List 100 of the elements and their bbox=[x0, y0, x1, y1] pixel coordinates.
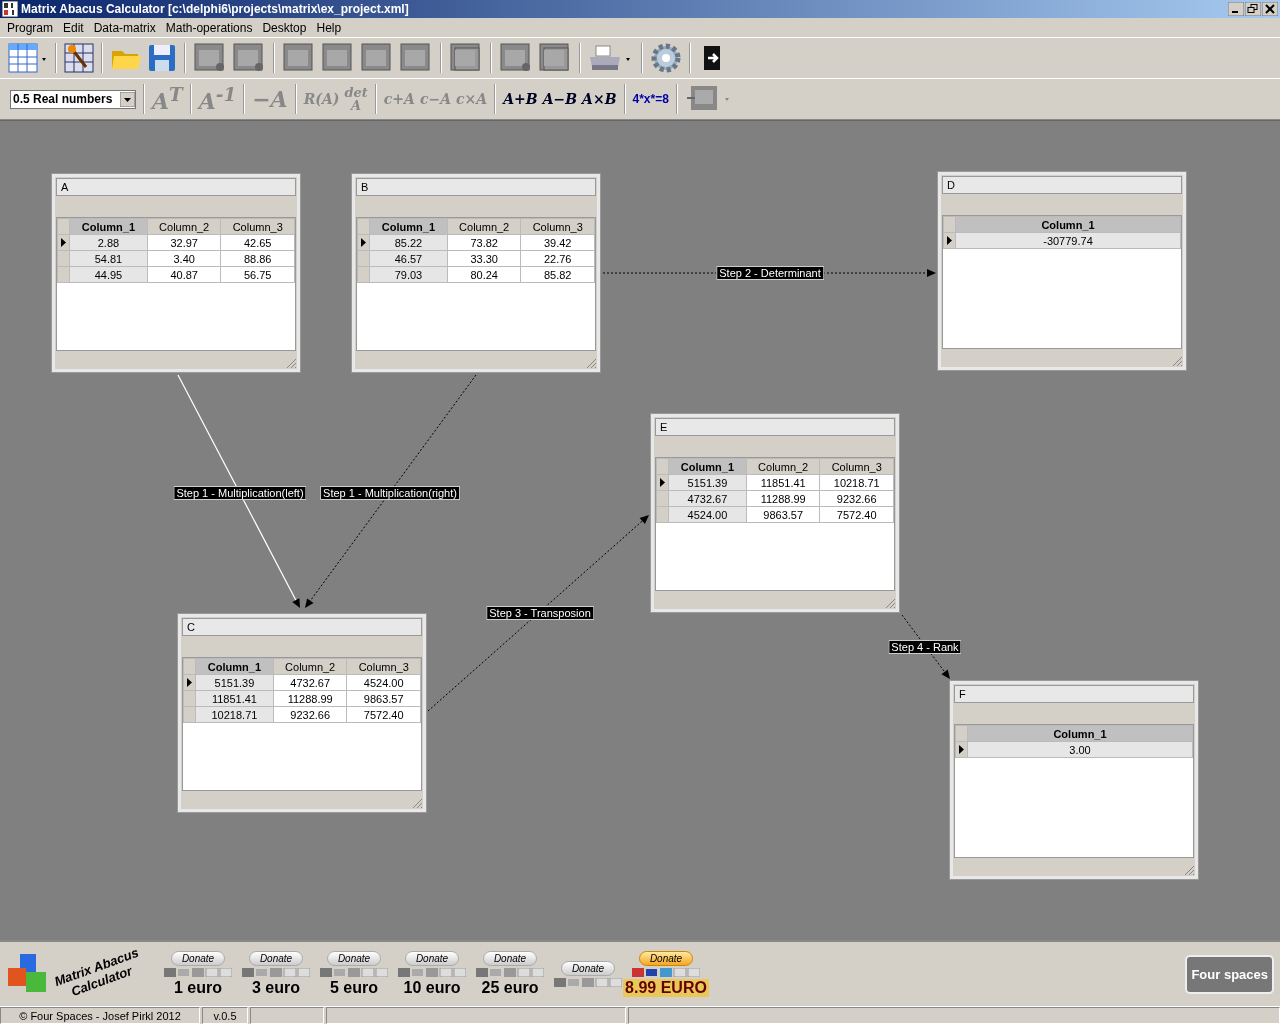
table-cell: 80.24 bbox=[447, 266, 521, 283]
payment-cards-icon bbox=[554, 978, 622, 987]
column-header[interactable]: Column_1 bbox=[668, 458, 747, 475]
donation-amount: 3 euro bbox=[252, 979, 300, 997]
restore-icon[interactable] bbox=[1245, 2, 1261, 16]
donate-button[interactable]: Donate bbox=[248, 951, 304, 966]
column-header[interactable]: Column_3 bbox=[520, 218, 595, 235]
matrix-name: E bbox=[660, 421, 668, 433]
resize-grip-icon[interactable] bbox=[412, 798, 423, 809]
toolbar-button[interactable]: A−B bbox=[542, 91, 578, 107]
resize-grip-icon[interactable] bbox=[1172, 356, 1183, 367]
menu-item[interactable]: Data-matrix bbox=[88, 20, 161, 35]
donate-button[interactable]: Donate bbox=[326, 951, 382, 966]
column-header[interactable]: Column_1 bbox=[967, 725, 1193, 742]
table-cell: 7572.40 bbox=[346, 706, 421, 723]
dropdown-arrow-icon[interactable] bbox=[120, 91, 135, 107]
resize-grip-icon[interactable] bbox=[586, 358, 597, 369]
connector-label: Step 2 - Determinant bbox=[716, 266, 824, 280]
current-row-icon bbox=[187, 677, 192, 687]
payment-cards-icon bbox=[242, 968, 310, 977]
toolbar-button[interactable]: 4*x*=8 bbox=[632, 92, 669, 106]
resize-grip-icon[interactable] bbox=[286, 358, 297, 369]
donation-amount: 8.99 EURO bbox=[623, 979, 709, 997]
current-row-icon bbox=[361, 237, 366, 247]
connector-label: Step 4 - Rank bbox=[888, 640, 962, 654]
donate-button[interactable]: Donate bbox=[404, 951, 460, 966]
window-title: Matrix Abacus Calculator [c:\delphi6\projects\matrix\ex_project.xml] bbox=[21, 2, 409, 16]
matrix-name: F bbox=[959, 688, 966, 700]
payment-cards-icon bbox=[632, 968, 700, 977]
table-cell: 9863.57 bbox=[746, 506, 820, 523]
company-logo: Four spaces bbox=[1185, 954, 1274, 994]
table-cell: 7572.40 bbox=[819, 506, 894, 523]
donate-button[interactable]: Donate bbox=[638, 951, 694, 966]
column-header[interactable]: Column_2 bbox=[447, 218, 521, 235]
column-header[interactable]: Column_1 bbox=[195, 658, 274, 675]
table-cell: 73.82 bbox=[447, 234, 521, 251]
settings-icon[interactable] bbox=[650, 42, 682, 74]
matrix-name: A bbox=[61, 181, 69, 193]
column-header[interactable]: Column_1 bbox=[69, 218, 148, 235]
donation-amount: 5 euro bbox=[330, 979, 378, 997]
menu-item[interactable]: Edit bbox=[58, 20, 89, 35]
menu-item[interactable]: Desktop bbox=[257, 20, 312, 35]
table-cell: 9863.57 bbox=[346, 690, 421, 707]
toolbar-button[interactable]: A+B bbox=[503, 91, 538, 107]
table-cell: 9232.66 bbox=[819, 490, 894, 507]
status-text: v.0.5 bbox=[202, 1007, 248, 1024]
connector-label: Step 3 - Transposion bbox=[486, 606, 594, 620]
table-cell: 40.87 bbox=[147, 266, 221, 283]
payment-cards-icon bbox=[476, 968, 544, 977]
donation-amount: 1 euro bbox=[174, 979, 222, 997]
table-cell: 9232.66 bbox=[273, 706, 347, 723]
matrix-name: C bbox=[187, 621, 195, 633]
menu-item[interactable]: Program bbox=[2, 20, 58, 35]
column-header[interactable]: Column_1 bbox=[955, 216, 1181, 233]
current-row-icon bbox=[660, 477, 665, 487]
current-row-icon bbox=[61, 237, 66, 247]
column-header[interactable]: Column_3 bbox=[346, 658, 421, 675]
column-header[interactable]: Column_2 bbox=[746, 458, 820, 475]
donation-amount: 25 euro bbox=[481, 979, 539, 997]
payment-cards-icon bbox=[320, 968, 388, 977]
current-row-icon bbox=[959, 744, 964, 754]
table-cell: 42.65 bbox=[220, 234, 295, 251]
status-text: © Four Spaces - Josef Pirkl 2012 bbox=[0, 1007, 200, 1024]
table-cell: 11288.99 bbox=[746, 490, 820, 507]
connector-label: Step 1 - Multiplication(right) bbox=[320, 486, 460, 500]
menu-item[interactable]: Math-operations bbox=[160, 20, 258, 35]
precision-select[interactable]: 0.5 Real numbers bbox=[10, 89, 136, 109]
column-header[interactable]: Column_3 bbox=[819, 458, 894, 475]
minimize-icon[interactable] bbox=[1228, 2, 1244, 16]
save-icon[interactable] bbox=[147, 43, 177, 73]
donate-button[interactable]: Donate bbox=[170, 951, 226, 966]
table-cell: 4732.67 bbox=[273, 674, 347, 691]
resize-grip-icon[interactable] bbox=[885, 598, 896, 609]
donate-button[interactable]: Donate bbox=[482, 951, 538, 966]
close-icon[interactable] bbox=[1262, 2, 1278, 16]
toolbar-button[interactable]: A×B bbox=[582, 91, 617, 107]
matrix-name: B bbox=[361, 181, 369, 193]
resize-grip-icon[interactable] bbox=[1184, 865, 1195, 876]
edit-matrix-icon[interactable] bbox=[64, 43, 94, 73]
app-icon bbox=[2, 1, 18, 17]
menu-item[interactable]: Help bbox=[311, 20, 347, 35]
table-cell: 11851.41 bbox=[746, 474, 820, 491]
new-matrix-icon[interactable] bbox=[8, 43, 48, 73]
cascade-windows-icon[interactable] bbox=[449, 42, 483, 74]
table-cell: 32.97 bbox=[147, 234, 221, 251]
column-header[interactable]: Column_2 bbox=[273, 658, 347, 675]
column-header[interactable]: Column_2 bbox=[147, 218, 221, 235]
donate-button[interactable]: Donate bbox=[560, 961, 616, 976]
column-header[interactable]: Column_3 bbox=[220, 218, 295, 235]
current-row-icon bbox=[947, 235, 952, 245]
column-header[interactable]: Column_1 bbox=[369, 218, 448, 235]
table-cell: 3.40 bbox=[147, 250, 221, 267]
payment-cards-icon bbox=[398, 968, 466, 977]
table-cell: 39.42 bbox=[520, 234, 595, 251]
donation-amount: 10 euro bbox=[403, 979, 461, 997]
connector-label: Step 1 - Multiplication(left) bbox=[173, 486, 307, 500]
tile-windows-icon[interactable] bbox=[538, 42, 572, 74]
table-cell: 22.76 bbox=[520, 250, 595, 267]
matrix-name: D bbox=[947, 179, 955, 191]
table-cell: 4524.00 bbox=[346, 674, 421, 691]
